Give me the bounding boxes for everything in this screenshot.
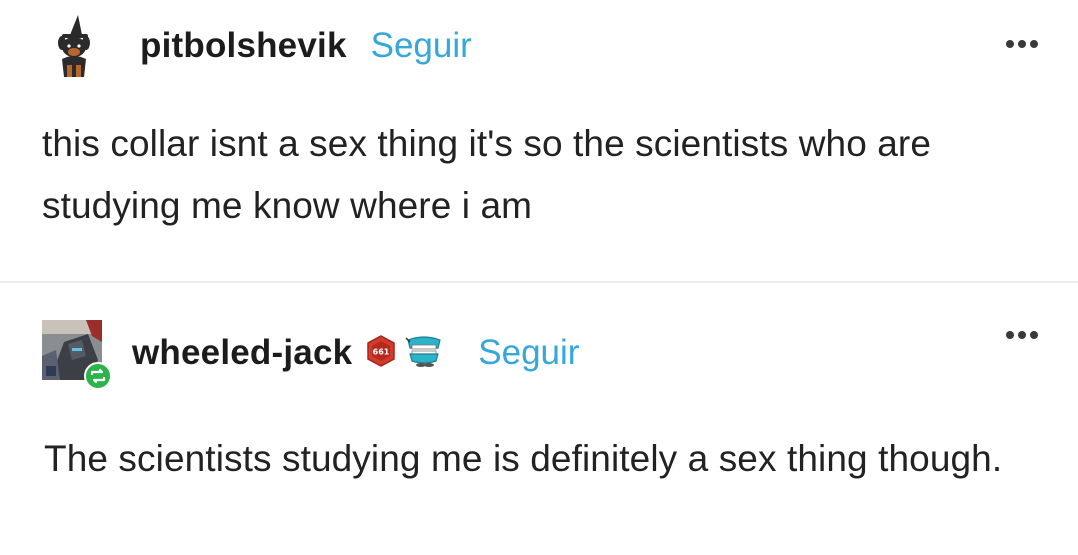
dot (1030, 331, 1038, 339)
post-header: wheeled-jack 661 Seguir (42, 320, 579, 390)
dot (1030, 40, 1038, 48)
more-options-icon[interactable] (1006, 40, 1038, 48)
more-options-icon[interactable] (1006, 331, 1038, 339)
username[interactable]: wheeled-jack (132, 333, 352, 373)
post: wheeled-jack 661 Seguir The scientists s… (0, 282, 1078, 555)
dot (1018, 331, 1026, 339)
robot-avatar-icon[interactable] (42, 320, 112, 390)
dot (1006, 331, 1014, 339)
post-header: pitbolshevik Seguir (52, 15, 472, 77)
badge-text: 661 (373, 347, 390, 356)
hexagon-badge-icon[interactable]: 661 (366, 334, 396, 372)
follow-button[interactable]: Seguir (371, 26, 472, 66)
post-body: The scientists studying me is definitely… (44, 438, 1003, 479)
dot (1006, 40, 1014, 48)
chattering-teeth-badge-icon[interactable] (404, 334, 444, 373)
reblog-icon (84, 362, 112, 390)
dog-witch-hat-avatar-icon[interactable] (52, 15, 96, 77)
username[interactable]: pitbolshevik (140, 26, 347, 66)
post: pitbolshevik Seguir this collar isnt a s… (0, 0, 1078, 283)
post-body: this collar isnt a sex thing it's so the… (42, 123, 932, 226)
dot (1018, 40, 1026, 48)
follow-button[interactable]: Seguir (478, 333, 579, 373)
